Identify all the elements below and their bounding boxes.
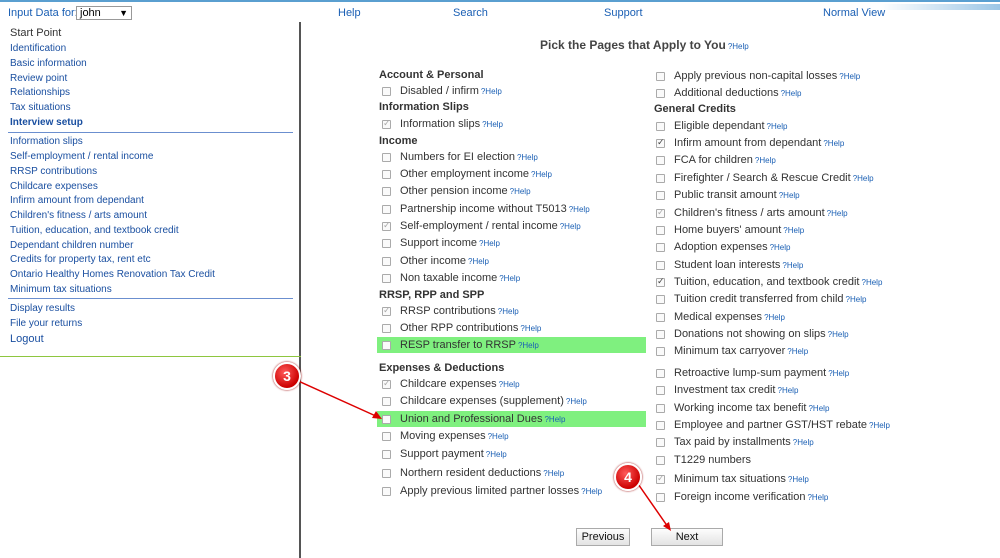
arrowhead-4 [663, 522, 671, 531]
annotation-arrows [295, 379, 671, 531]
arrow-line-4 [635, 480, 669, 528]
arrow-line-3 [295, 379, 379, 418]
step-marker-4: 4 [614, 463, 642, 491]
step-marker-3: 3 [273, 362, 301, 390]
